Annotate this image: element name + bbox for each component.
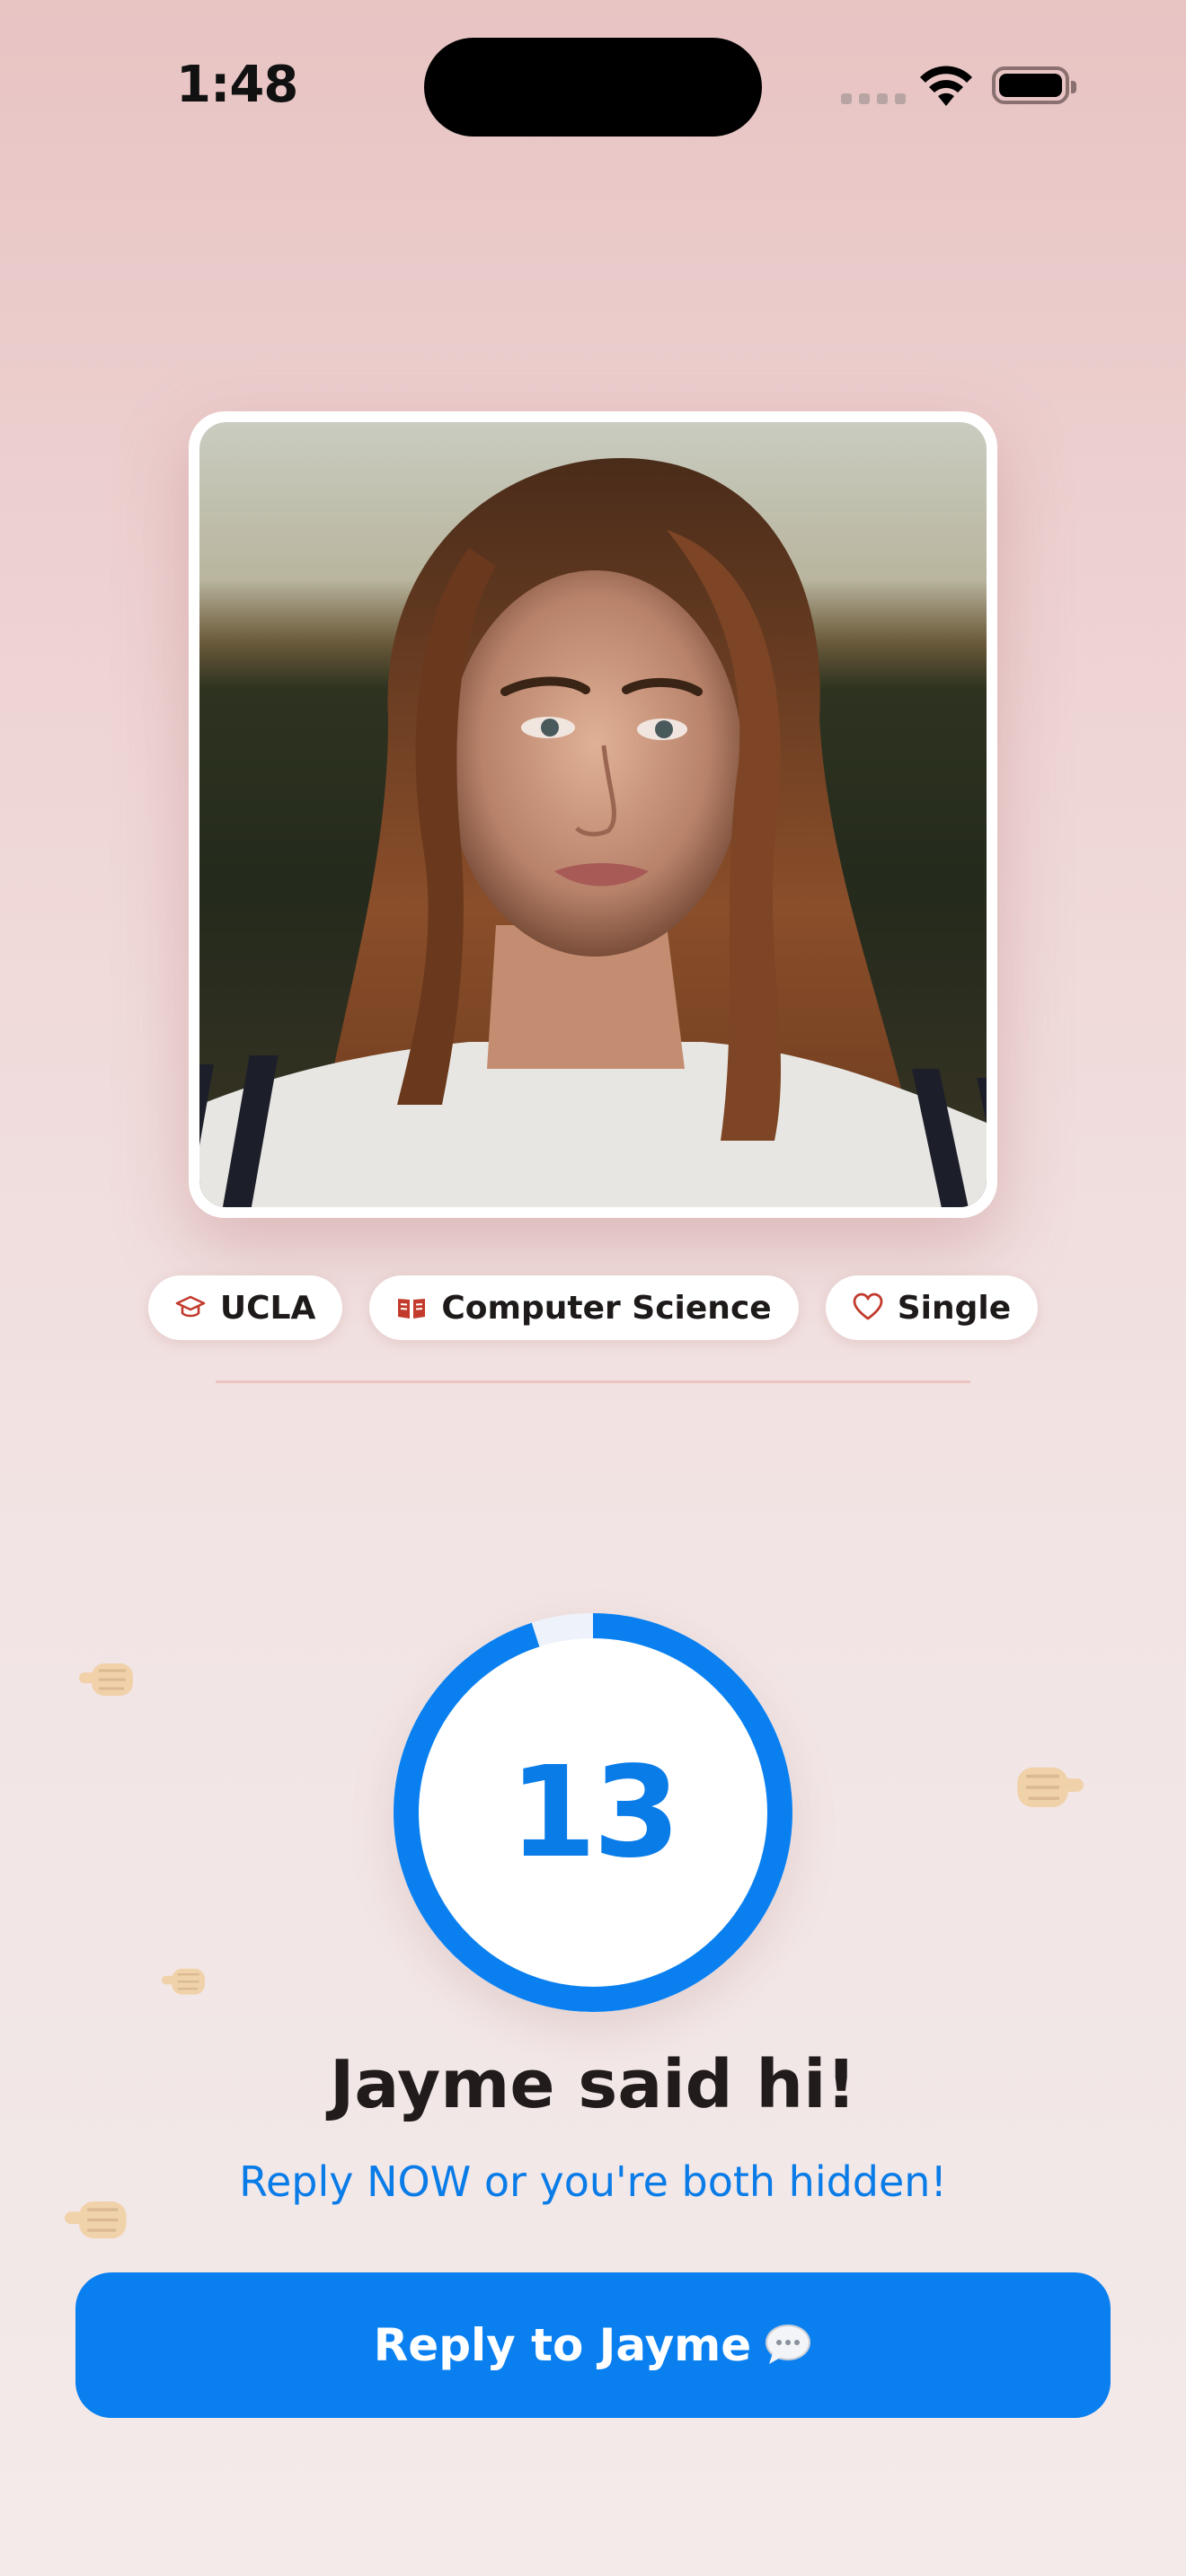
reply-button-label: Reply to Jayme — [373, 2319, 752, 2371]
profile-photo — [199, 422, 987, 1207]
tag-major-label: Computer Science — [441, 1289, 772, 1327]
graduation-cap-icon — [175, 1295, 206, 1318]
tag-school: UCLA — [147, 1275, 343, 1340]
tag-relationship-label: Single — [897, 1289, 1012, 1327]
battery-icon — [992, 66, 1076, 104]
dynamic-island — [424, 38, 762, 137]
tag-relationship: Single — [825, 1275, 1039, 1340]
tag-major: Computer Science — [369, 1275, 799, 1340]
heart-icon — [853, 1292, 883, 1320]
divider — [216, 1381, 970, 1383]
pointing-hand-icon — [162, 1968, 205, 1995]
reply-button[interactable]: Reply to Jayme — [75, 2272, 1111, 2418]
profile-tags: UCLA Computer Science Single — [0, 1275, 1186, 1340]
timer-value: 13 — [509, 1739, 681, 1886]
speech-bubble-icon — [766, 2325, 811, 2364]
profile-photo-card[interactable] — [189, 411, 997, 1218]
wifi-icon — [920, 66, 972, 106]
book-icon — [398, 1299, 426, 1319]
urgency-text: Reply NOW or you're both hidden! — [239, 2157, 947, 2206]
tag-school-label: UCLA — [219, 1289, 316, 1327]
cellular-signal-icon — [841, 93, 906, 104]
pointing-hand-icon — [1017, 1767, 1084, 1808]
pointing-hand-icon — [79, 1663, 133, 1696]
headline: Jayme said hi! — [329, 2046, 857, 2123]
status-time: 1:48 — [176, 56, 298, 114]
countdown-timer: 13 — [394, 1613, 792, 2012]
